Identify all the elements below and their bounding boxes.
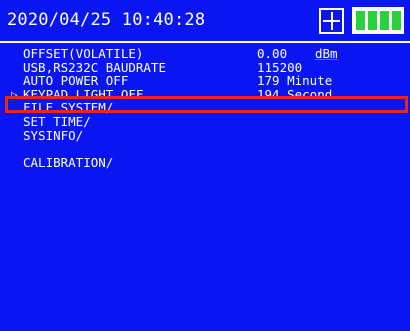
menu-item-auto-power-off[interactable]: AUTO POWER OFF 179 Minute bbox=[0, 74, 410, 88]
menu-item-label: CALIBRATION/ bbox=[23, 154, 114, 170]
battery-full-icon bbox=[352, 7, 404, 34]
selection-highlight bbox=[5, 96, 408, 113]
menu-item-value: 179 Minute bbox=[257, 73, 333, 89]
menu-item-set-time[interactable]: SET TIME/ bbox=[0, 115, 410, 129]
menu-item-offset[interactable]: OFFSET(VOLATILE) 0.00 dBm bbox=[0, 47, 410, 61]
menu-item-sysinfo[interactable]: SYSINFO/ bbox=[0, 127, 410, 143]
menu-item-value: 0.00 bbox=[257, 46, 288, 61]
menu-item-label: SET TIME/ bbox=[23, 113, 91, 129]
header-divider bbox=[0, 41, 410, 43]
datetime-display: 2020/04/25 10:40:28 bbox=[7, 10, 206, 30]
menu-item-value: 115200 bbox=[257, 59, 303, 75]
menu-item-label: AUTO POWER OFF bbox=[23, 73, 129, 89]
menu-item-unit: dBm bbox=[315, 46, 338, 61]
device-screen: 2020/04/25 10:40:28 OFFSET(VOLATILE) 0.0… bbox=[0, 0, 410, 331]
menu-item-calibration[interactable]: CALIBRATION/ bbox=[0, 156, 410, 170]
menu-item-label: OFFSET(VOLATILE) bbox=[23, 46, 144, 61]
status-bar: 2020/04/25 10:40:28 bbox=[0, 0, 410, 40]
menu-item-label: SYSINFO/ bbox=[23, 127, 84, 143]
plus-box-icon bbox=[319, 8, 344, 34]
menu-spacer bbox=[0, 142, 410, 156]
menu-item-label: USB,RS232C BAUDRATE bbox=[23, 59, 166, 75]
menu-item-baudrate[interactable]: USB,RS232C BAUDRATE 115200 bbox=[0, 59, 410, 75]
